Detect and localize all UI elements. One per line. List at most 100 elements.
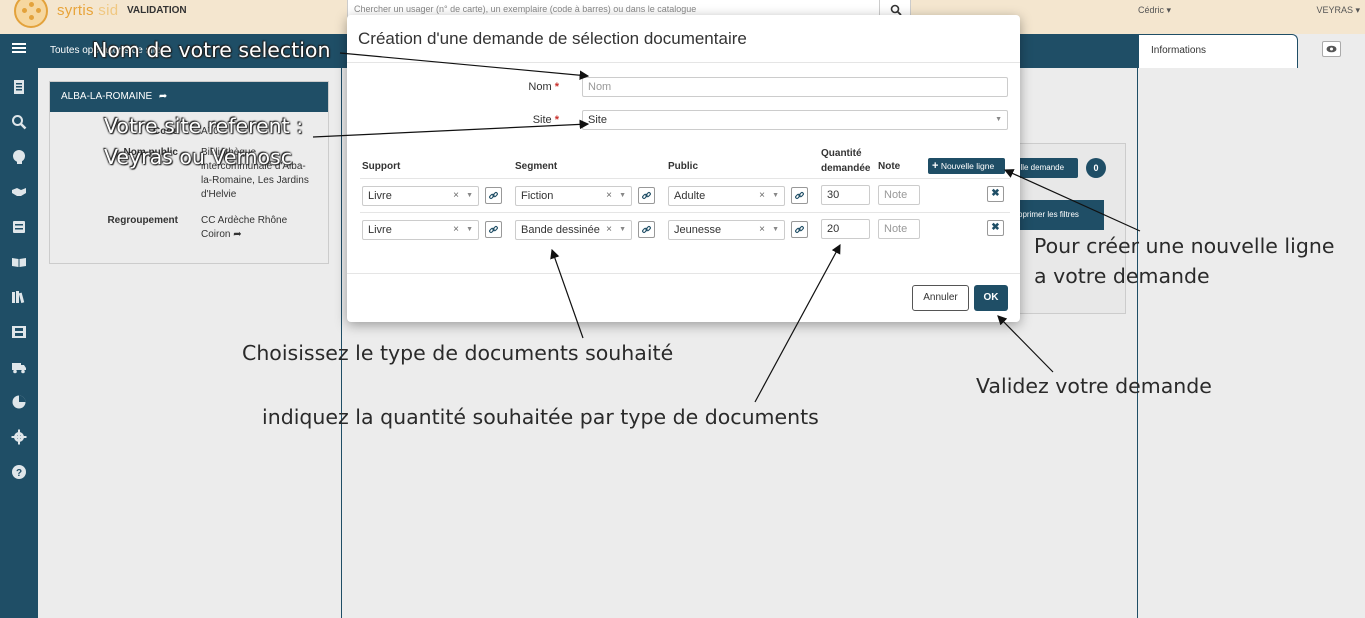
- annotation-name: Nom de votre selection: [92, 38, 331, 62]
- library-group-value: CC Ardèche Rhône Coiron ➦: [201, 215, 288, 240]
- site-label: Site *: [532, 114, 559, 126]
- support-select[interactable]: Livre × ▼: [362, 220, 479, 240]
- annotation-site-1: Votre site referent :: [104, 114, 304, 138]
- close-icon: ✖: [991, 188, 1000, 199]
- link-icon: [795, 226, 804, 233]
- column-note: Note: [878, 161, 901, 172]
- note-input[interactable]: Note: [878, 219, 920, 239]
- column-public: Public: [668, 161, 699, 172]
- name-input[interactable]: Nom: [582, 77, 1008, 97]
- public-select[interactable]: Jeunesse × ▼: [668, 220, 785, 240]
- clear-icon[interactable]: ×: [759, 190, 765, 201]
- link-icon: [489, 192, 498, 199]
- support-select[interactable]: Livre × ▼: [362, 186, 479, 206]
- info-panel: [1137, 34, 1365, 618]
- annotation-new-line-1: Pour créer une nouvelle ligne: [1034, 234, 1335, 258]
- divider: [347, 62, 1020, 63]
- link-button[interactable]: [485, 187, 502, 204]
- delete-row-button[interactable]: ✖: [987, 186, 1004, 202]
- delete-row-button[interactable]: ✖: [987, 220, 1004, 236]
- annotation-new-line-2: a votre demande: [1034, 264, 1210, 288]
- cancel-button[interactable]: Annuler: [912, 285, 969, 311]
- link-button[interactable]: [485, 221, 502, 238]
- library-group-key: Regroupement: [107, 215, 178, 226]
- link-button[interactable]: [638, 187, 655, 204]
- note-input[interactable]: Note: [878, 185, 920, 205]
- divider: [360, 178, 1010, 179]
- link-button[interactable]: [791, 221, 808, 238]
- user-head-icon[interactable]: [0, 147, 38, 167]
- ok-button[interactable]: OK: [974, 285, 1008, 311]
- annotation-type: Choisissez le type de documents souhaité: [242, 341, 674, 365]
- plus-icon: +: [932, 160, 939, 172]
- external-link-icon[interactable]: ➦: [159, 91, 167, 102]
- external-link-icon[interactable]: ➦: [233, 229, 241, 240]
- handshake-icon[interactable]: [0, 182, 38, 202]
- library-icon[interactable]: [0, 287, 38, 307]
- annotation-validate: Validez votre demande: [976, 374, 1212, 398]
- chevron-down-icon: ▼: [619, 192, 626, 199]
- menu-hamburger-icon[interactable]: [0, 38, 38, 58]
- annotation-site-2: Veyras ou Vernosc: [104, 145, 293, 169]
- clear-filters-button[interactable]: pprimer les filtres: [1006, 200, 1104, 230]
- clear-icon[interactable]: ×: [453, 190, 459, 201]
- left-navigation: ?: [0, 34, 38, 618]
- site-select-value: Site: [588, 114, 607, 126]
- svg-text:?: ?: [16, 468, 22, 479]
- segment-select[interactable]: Bande dessinée × ▼: [515, 220, 632, 240]
- close-icon: ✖: [991, 222, 1000, 233]
- chevron-down-icon: ▼: [772, 226, 779, 233]
- search-icon[interactable]: [0, 112, 38, 132]
- library-card: ALBA-LA-ROMAINE ➦ Code A70 Nom public Bi…: [49, 81, 329, 264]
- clear-icon[interactable]: ×: [606, 224, 612, 235]
- annotation-quantity: indiquez la quantité souhaitée par type …: [262, 405, 819, 429]
- name-label: Nom *: [528, 81, 559, 93]
- dialog-title: Création d'une demande de sélection docu…: [358, 29, 747, 48]
- chevron-down-icon: ▼: [995, 116, 1002, 123]
- clear-icon[interactable]: ×: [759, 224, 765, 235]
- clear-icon[interactable]: ×: [453, 224, 459, 235]
- environment-label: VALIDATION: [127, 5, 187, 16]
- quantity-input[interactable]: 20: [821, 219, 870, 239]
- site-select[interactable]: Site ▼: [582, 110, 1008, 130]
- user-menu[interactable]: Cédric ▾: [1138, 5, 1171, 16]
- divider: [347, 273, 1020, 274]
- link-button[interactable]: [791, 187, 808, 204]
- pie-chart-icon[interactable]: [0, 392, 38, 412]
- quantity-input[interactable]: 30: [821, 185, 870, 205]
- tab-informations-label: Informations: [1151, 45, 1207, 56]
- link-icon: [642, 192, 651, 199]
- syrtis-logo-icon: [14, 0, 48, 28]
- catalog-icon[interactable]: [0, 217, 38, 237]
- open-book-icon[interactable]: [0, 252, 38, 272]
- chevron-down-icon: ▼: [466, 192, 473, 199]
- chevron-down-icon: ▼: [466, 226, 473, 233]
- toggle-view-button[interactable]: [1322, 41, 1341, 57]
- column-quantity: Quantité demandée: [821, 148, 871, 174]
- library-card-header: ALBA-LA-ROMAINE ➦: [50, 82, 328, 112]
- site-menu[interactable]: VEYRAS ▾: [1316, 5, 1360, 16]
- link-icon: [489, 226, 498, 233]
- help-icon[interactable]: ?: [0, 462, 38, 482]
- film-icon[interactable]: [0, 322, 38, 342]
- chevron-down-icon: ▼: [772, 192, 779, 199]
- add-line-button[interactable]: + Nouvelle ligne: [928, 158, 1005, 174]
- column-segment: Segment: [515, 161, 558, 172]
- gear-icon[interactable]: [0, 427, 38, 447]
- link-icon: [795, 192, 804, 199]
- app-logo-text: syrtis sid: [57, 2, 119, 19]
- column-support: Support: [362, 161, 401, 172]
- tab-informations[interactable]: Informations: [1138, 34, 1298, 68]
- truck-icon[interactable]: [0, 357, 38, 377]
- request-count-badge: 0: [1086, 158, 1106, 178]
- segment-select[interactable]: Fiction × ▼: [515, 186, 632, 206]
- library-name: ALBA-LA-ROMAINE: [61, 91, 153, 102]
- eye-icon: [1326, 45, 1337, 53]
- document-icon[interactable]: [0, 77, 38, 97]
- clear-icon[interactable]: ×: [606, 190, 612, 201]
- chevron-down-icon: ▼: [619, 226, 626, 233]
- link-icon: [642, 226, 651, 233]
- public-select[interactable]: Adulte × ▼: [668, 186, 785, 206]
- link-button[interactable]: [638, 221, 655, 238]
- divider: [360, 212, 1010, 213]
